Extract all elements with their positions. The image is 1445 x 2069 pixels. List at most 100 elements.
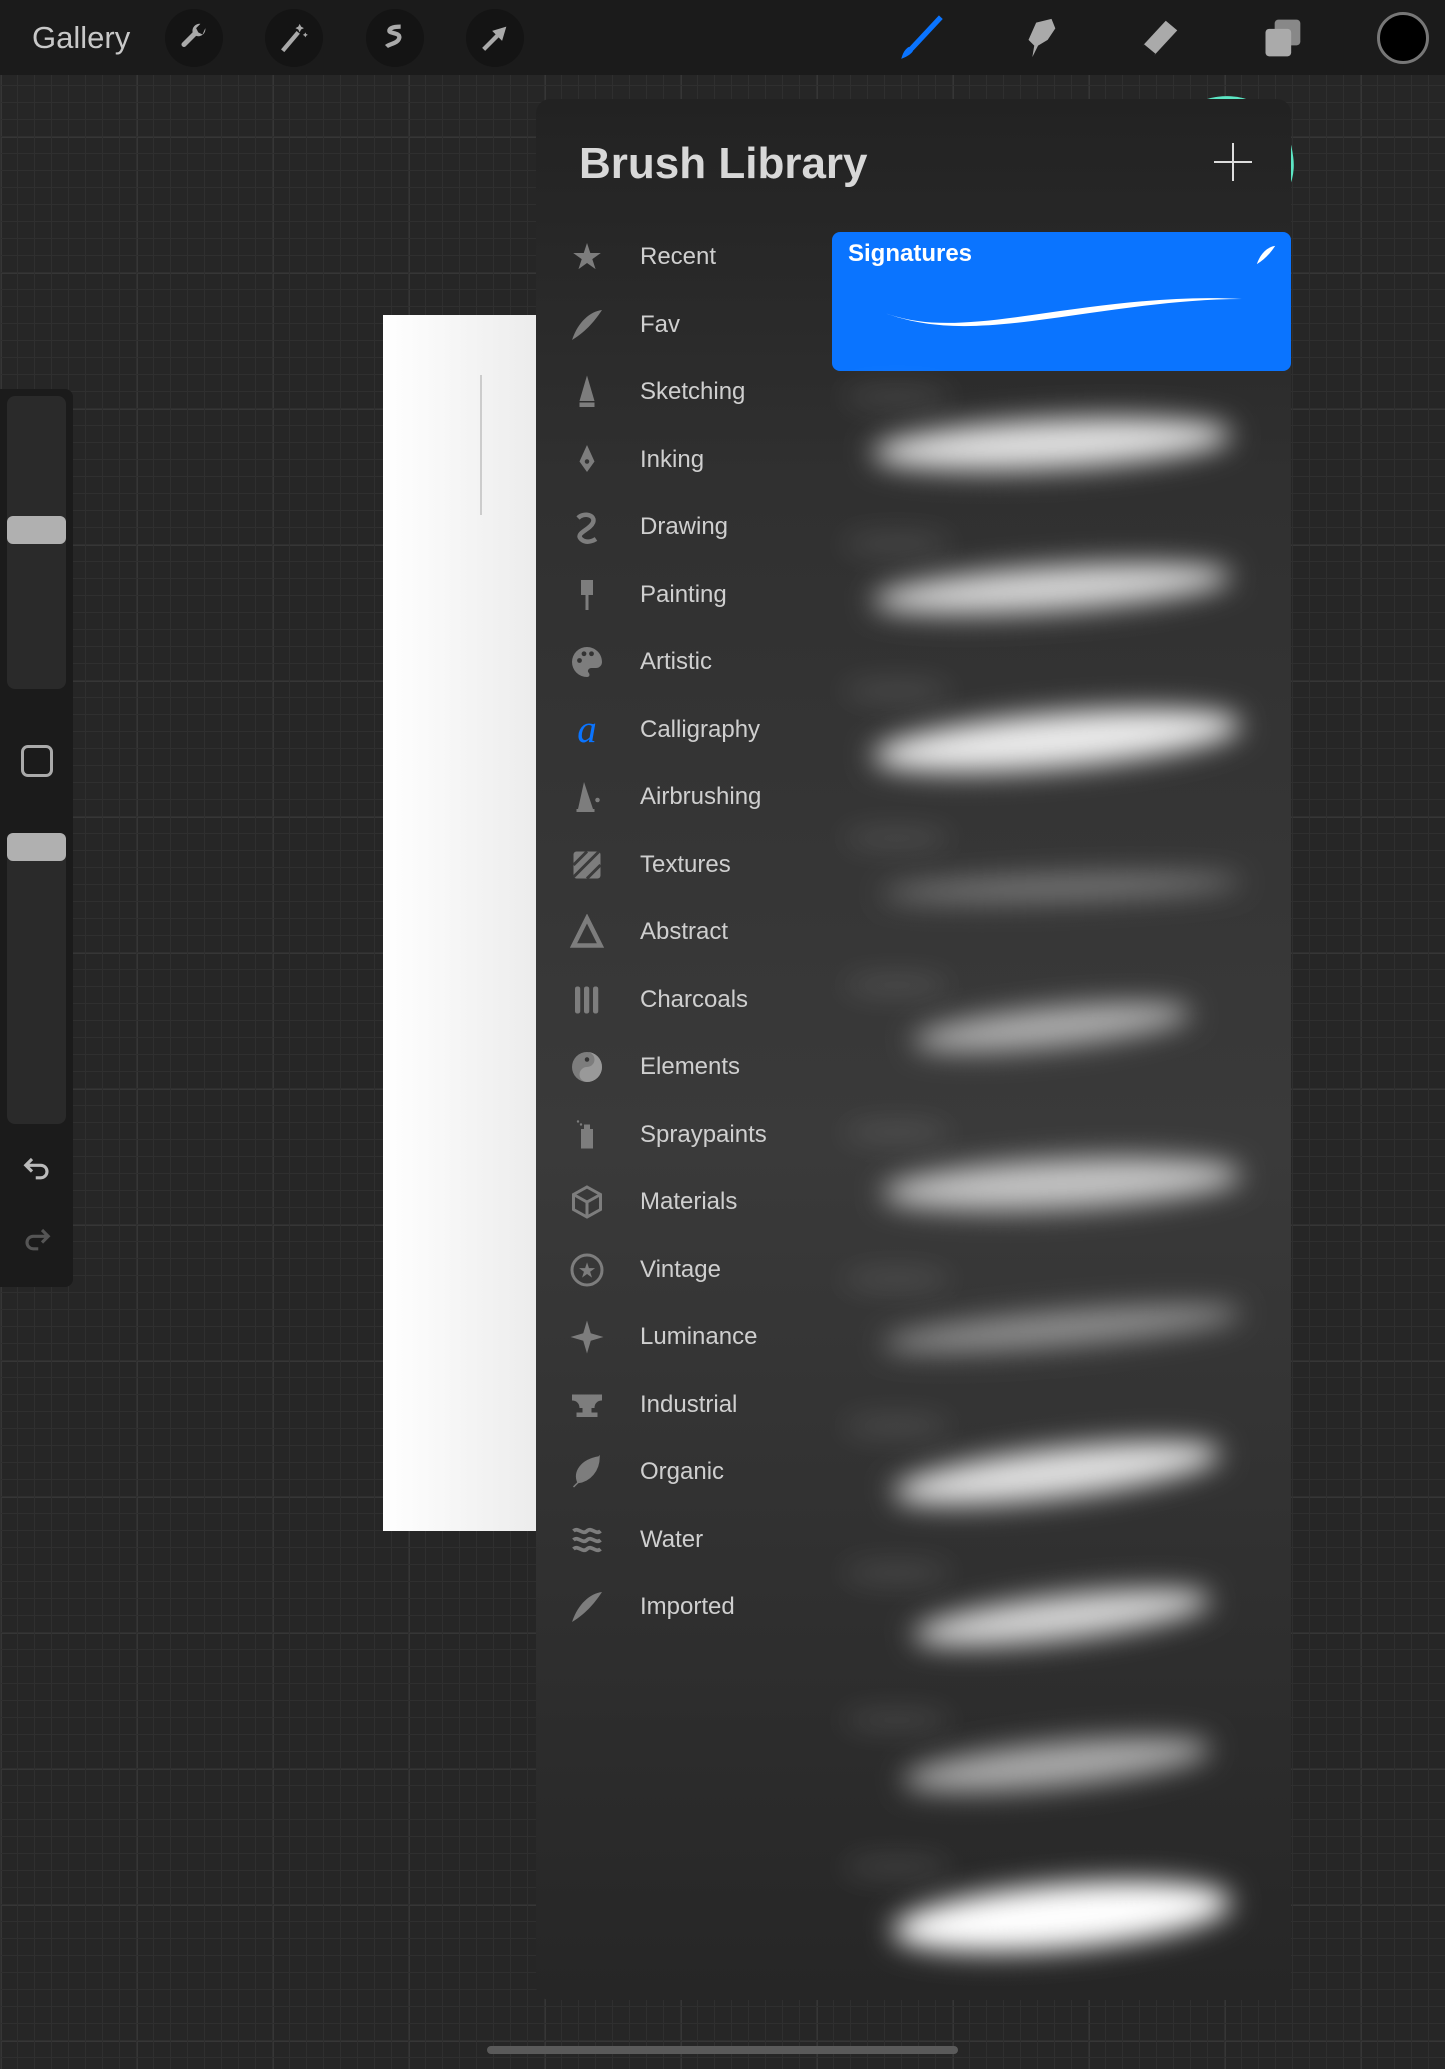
brush-size-thumb[interactable] — [7, 516, 66, 544]
brush-item[interactable] — [832, 1555, 1291, 1702]
airbrush-icon — [567, 777, 607, 817]
brush-stroke-preview — [890, 1428, 1224, 1518]
star-icon: ★ — [567, 237, 607, 277]
home-indicator[interactable] — [487, 2046, 958, 2054]
category-label: Abstract — [640, 918, 729, 945]
category-textures[interactable]: Textures — [536, 835, 826, 895]
top-toolbar: Gallery — [0, 0, 1445, 75]
category-label: Luminance — [640, 1323, 758, 1350]
brush-item-signatures[interactable]: Signatures — [832, 232, 1291, 371]
category-label: Calligraphy — [640, 715, 761, 743]
brush-stroke-preview — [870, 553, 1234, 624]
category-inking[interactable]: Inking — [536, 430, 826, 490]
category-label: Imported — [640, 1593, 735, 1620]
category-label: Industrial — [640, 1390, 738, 1418]
transform-arrow-icon[interactable] — [466, 9, 524, 67]
category-label: Inking — [640, 445, 705, 473]
category-water[interactable]: Water — [536, 1510, 826, 1570]
redo-icon[interactable] — [20, 1225, 54, 1255]
paintbrush-icon — [567, 575, 607, 615]
opacity-slider[interactable] — [7, 834, 66, 1124]
category-sketching[interactable]: Sketching — [536, 362, 826, 422]
sticks-icon — [567, 980, 607, 1020]
spray-can-icon — [567, 1115, 607, 1155]
category-vintage[interactable]: ★ Vintage — [536, 1240, 826, 1300]
category-airbrushing[interactable]: Airbrushing — [536, 767, 826, 827]
brush-stroke-preview — [870, 409, 1234, 479]
pencil-icon — [567, 372, 607, 412]
category-label: Organic — [640, 1458, 725, 1485]
category-organic[interactable]: Organic — [536, 1442, 826, 1502]
category-label: Recent — [640, 243, 717, 270]
category-industrial[interactable]: Industrial — [536, 1375, 826, 1435]
category-label: Charcoals — [640, 985, 749, 1013]
layers-icon[interactable] — [1254, 10, 1310, 66]
brush-stroke-preview — [880, 1149, 1244, 1219]
category-charcoals[interactable]: Charcoals — [536, 970, 826, 1030]
category-recent[interactable]: ★ Recent — [536, 227, 826, 287]
magic-wand-icon[interactable] — [265, 9, 323, 67]
brush-stroke-preview — [882, 298, 1242, 327]
category-label: Materials — [640, 1188, 738, 1215]
brush-item[interactable] — [832, 1702, 1291, 1849]
brush-stroke-preview — [881, 1295, 1243, 1362]
opacity-thumb[interactable] — [7, 833, 66, 861]
gallery-button[interactable]: Gallery — [32, 20, 130, 56]
category-label: Fav — [640, 310, 681, 338]
undo-icon[interactable] — [20, 1154, 54, 1184]
category-label: Elements — [640, 1053, 741, 1080]
brush-item[interactable] — [832, 1849, 1291, 1996]
waves-icon — [567, 1520, 607, 1560]
panel-title: Brush Library — [579, 139, 868, 188]
brush-item[interactable] — [832, 1408, 1291, 1555]
anvil-icon — [567, 1385, 607, 1425]
triangle-icon — [567, 912, 607, 952]
category-label: Textures — [640, 850, 731, 878]
category-artistic[interactable]: Artistic — [536, 632, 826, 692]
sparkle-icon — [567, 1317, 607, 1357]
brush-item[interactable] — [832, 379, 1291, 526]
category-fav[interactable]: Fav — [536, 295, 826, 355]
eraser-icon[interactable] — [1132, 10, 1188, 66]
smudge-icon[interactable] — [1012, 10, 1068, 66]
category-label: Painting — [640, 580, 727, 608]
category-drawing[interactable]: Drawing — [536, 497, 826, 557]
leaf-icon — [567, 1452, 607, 1492]
palette-icon — [567, 642, 607, 682]
plus-icon[interactable] — [1208, 137, 1258, 187]
color-picker-button[interactable] — [1377, 12, 1429, 64]
brush-item[interactable] — [832, 1114, 1291, 1261]
svg-text:★: ★ — [571, 239, 603, 275]
squiggle-icon — [567, 507, 607, 547]
selection-icon[interactable] — [366, 9, 424, 67]
modify-square-button[interactable] — [21, 745, 53, 777]
category-label: Drawing — [640, 513, 729, 540]
wrench-icon[interactable] — [165, 9, 223, 67]
brush-item[interactable] — [832, 1261, 1291, 1408]
brush-stroke-preview — [910, 992, 1194, 1062]
category-materials[interactable]: Materials — [536, 1172, 826, 1232]
brush-icon[interactable] — [892, 10, 948, 66]
category-painting[interactable]: Painting — [536, 565, 826, 625]
a-icon: a — [567, 710, 607, 750]
category-label: Artistic — [640, 648, 712, 675]
brush-item[interactable] — [832, 967, 1291, 1114]
brush-library-panel: Brush Library ★ Recent Fav Sketching Inking D… — [536, 99, 1291, 2000]
category-luminance[interactable]: Luminance — [536, 1307, 826, 1367]
category-calligraphy[interactable]: a Calligraphy — [536, 700, 826, 760]
brush-stroke-preview — [900, 1725, 1214, 1804]
brush-stroke-preview — [870, 696, 1244, 785]
brush-item[interactable] — [832, 526, 1291, 673]
drawing-canvas[interactable] — [383, 315, 536, 1531]
feather-icon — [1256, 245, 1276, 265]
brush-item[interactable] — [832, 673, 1291, 820]
category-label: Sketching — [640, 378, 746, 405]
category-elements[interactable]: Elements — [536, 1037, 826, 1097]
category-spraypaints[interactable]: Spraypaints — [536, 1105, 826, 1165]
feather-icon — [567, 305, 607, 345]
brush-stroke-preview — [881, 868, 1243, 907]
brush-item[interactable] — [832, 820, 1291, 967]
category-imported[interactable]: Imported — [536, 1577, 826, 1637]
category-abstract[interactable]: Abstract — [536, 902, 826, 962]
svg-text:a: a — [577, 712, 597, 748]
